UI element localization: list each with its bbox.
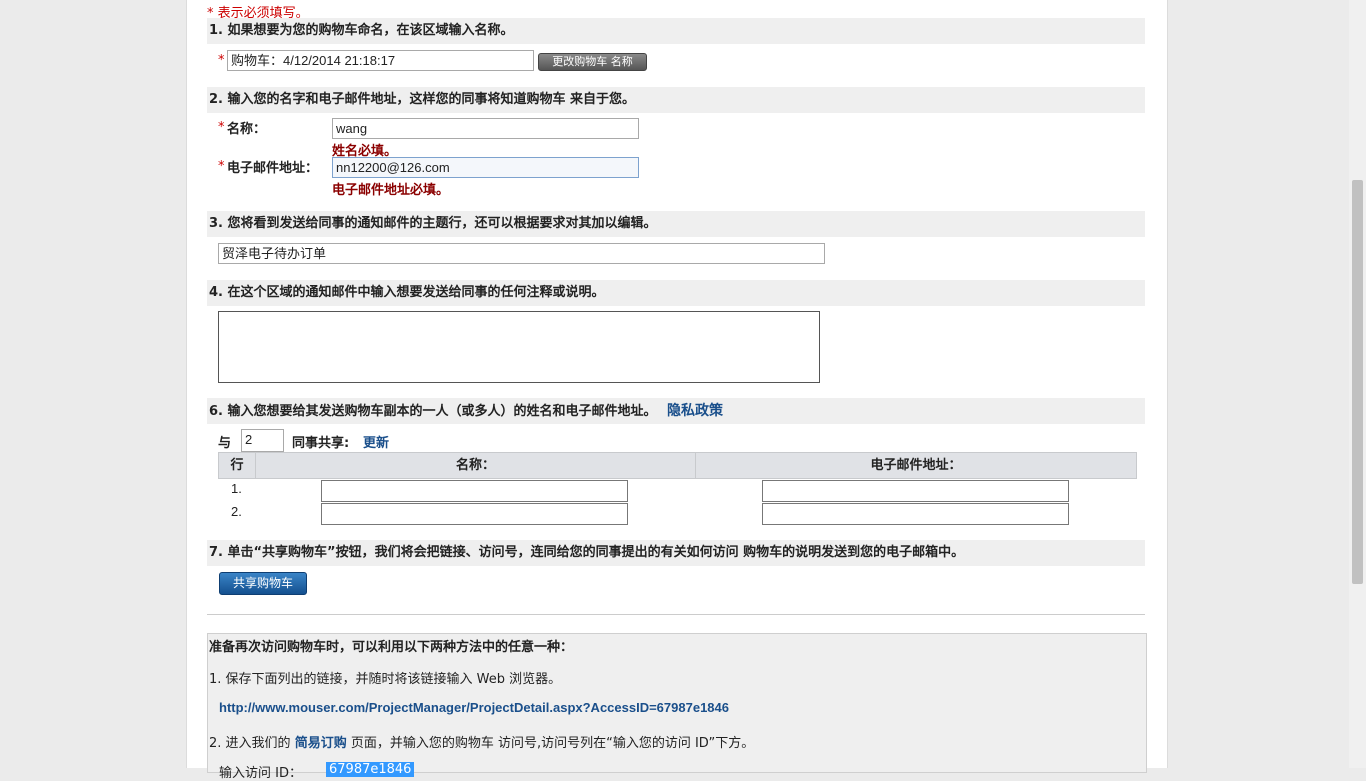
email-label: 电子邮件地址：: [227, 161, 319, 176]
email-error: 电子邮件地址必填。: [332, 183, 450, 198]
revisit-method1: 1. 保存下面列出的链接，并随时将该链接输入 Web 浏览器。: [209, 672, 562, 687]
recipient-name-input[interactable]: [321, 503, 628, 525]
section3-heading: 3. 您将看到发送给同事的通知邮件的主题行，还可以根据要求对其加以编辑。: [207, 211, 1145, 237]
required-marker: *: [218, 159, 225, 174]
required-marker: *: [218, 53, 225, 68]
update-link[interactable]: 更新: [363, 432, 389, 451]
column-header-email: 电子邮件地址：: [695, 452, 1137, 479]
section1-heading: 1. 如果想要为您的购物车命名，在该区域输入名称。: [207, 18, 1145, 44]
column-header-name: 名称：: [255, 452, 696, 479]
share-suffix: 同事共享:: [292, 436, 350, 451]
vertical-scrollbar[interactable]: [1349, 0, 1366, 768]
cart-name-input[interactable]: 购物车：4/12/2014 21:18:17: [227, 50, 534, 71]
easy-order-link[interactable]: 简易订购: [295, 736, 347, 751]
revisit-method2: 2. 进入我们的 简易订购 页面，并输入您的购物车 访问号,访问号列在“输入您的…: [209, 732, 754, 751]
method2-prefix: 2. 进入我们的: [209, 736, 291, 751]
cart-access-url-link[interactable]: http://www.mouser.com/ProjectManager/Pro…: [219, 700, 729, 715]
privacy-policy-link[interactable]: 隐私政策: [667, 403, 723, 419]
recipient-email-input[interactable]: [762, 480, 1069, 502]
method2-suffix: 页面，并输入您的购物车 访问号,访问号列在“输入您的访问 ID”下方。: [350, 736, 755, 751]
revisit-intro: 准备再次访问购物车时，可以利用以下两种方法中的任意一种：: [209, 640, 574, 655]
required-marker: *: [218, 120, 225, 135]
section6-heading: 6. 输入您想要给其发送购物车副本的一人（或多人）的姓名和电子邮件地址。 隐私政…: [207, 398, 1145, 424]
recipient-email-input[interactable]: [762, 503, 1069, 525]
share-prefix: 与: [218, 436, 232, 451]
scrollbar-thumb[interactable]: [1352, 180, 1363, 584]
share-count-input[interactable]: 2: [241, 429, 284, 452]
share-cart-form: * 表示必须填写。 1. 如果想要为您的购物车命名，在该区域输入名称。 * 购物…: [186, 0, 1168, 781]
row-index: 2.: [231, 504, 242, 519]
notes-textarea[interactable]: [218, 311, 820, 383]
section2-heading: 2. 输入您的名字和电子邮件地址，这样您的同事将知道购物车 来自于您。: [207, 87, 1145, 113]
section6-heading-text: 6. 输入您想要给其发送购物车副本的一人（或多人）的姓名和电子邮件地址。: [209, 404, 657, 419]
subject-input[interactable]: 贸泽电子待办订单: [218, 243, 825, 264]
rename-cart-button[interactable]: 更改购物车 名称: [538, 53, 647, 71]
section4-heading: 4. 在这个区域的通知邮件中输入想要发送给同事的任何注释或说明。: [207, 280, 1145, 306]
divider: [207, 614, 1145, 615]
share-cart-button[interactable]: 共享购物车: [219, 572, 307, 595]
name-label: 名称：: [227, 122, 267, 137]
name-input[interactable]: wang: [332, 118, 639, 139]
access-id-label: 输入访问 ID：: [219, 766, 302, 781]
column-header-row: 行: [218, 452, 256, 479]
email-input[interactable]: nn12200@126.com: [332, 157, 639, 178]
section7-heading: 7. 单击“共享购物车”按钮，我们将会把链接、访问号，连同给您的同事提出的有关如…: [207, 540, 1145, 566]
access-id-value[interactable]: 67987e1846: [326, 762, 415, 777]
recipient-name-input[interactable]: [321, 480, 628, 502]
revisit-info-box: 准备再次访问购物车时，可以利用以下两种方法中的任意一种： 1. 保存下面列出的链…: [207, 633, 1147, 781]
row-index: 1.: [231, 481, 242, 496]
